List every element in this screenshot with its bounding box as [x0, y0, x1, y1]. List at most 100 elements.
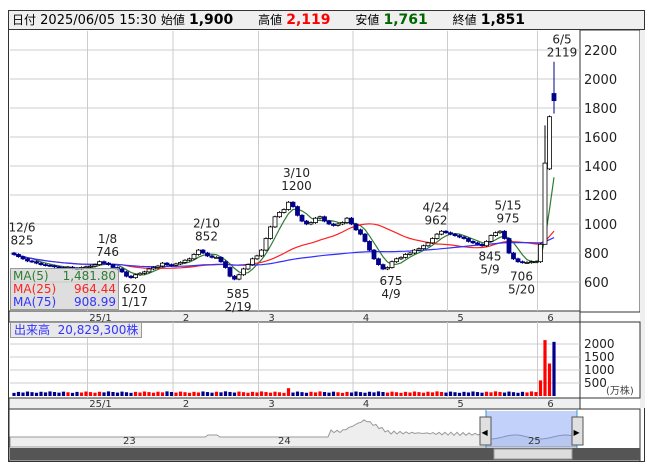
volume-bar: [354, 391, 358, 396]
price-tick-label: 1400: [584, 160, 617, 175]
candle: [538, 243, 543, 263]
volume-bar: [516, 392, 520, 396]
volume-bar: [457, 392, 462, 396]
annotation-date: 6/5: [552, 33, 571, 47]
volume-bar: [223, 391, 228, 396]
candle: [191, 254, 197, 260]
volume-bar: [430, 392, 435, 396]
candle: [196, 249, 201, 255]
candle: [281, 209, 287, 213]
volume-bar: [435, 391, 439, 396]
volume-bar: [124, 392, 129, 396]
candle: [470, 240, 476, 244]
candle: [443, 230, 449, 234]
candle: [43, 264, 48, 267]
volume-bar: [376, 391, 381, 396]
volume-bar: [264, 392, 268, 396]
volume-bar: [151, 392, 156, 396]
volume-bar: [43, 392, 48, 396]
ma75-label: MA(75): [13, 295, 57, 309]
volume-label: 出来高 20,829,300株: [10, 322, 143, 338]
candle: [259, 249, 264, 257]
candle: [200, 249, 206, 254]
annotation-date: 1/8: [98, 232, 117, 246]
left-handle-icon: ◀: [482, 428, 489, 437]
candle: [16, 254, 21, 258]
candle: [133, 274, 138, 279]
volume-bar: [241, 392, 246, 396]
volume-bar: [232, 392, 237, 396]
volume-bar: [205, 392, 210, 396]
candle: [236, 274, 242, 280]
volume-bar: [66, 392, 70, 396]
volume-bar: [57, 392, 61, 396]
volume-bar: [444, 392, 448, 396]
volume-bar: [21, 392, 25, 396]
candle: [146, 268, 152, 273]
candle: [52, 265, 57, 268]
volume-bar: [439, 391, 444, 396]
volume-bar: [142, 391, 147, 396]
volume-bar: [138, 392, 142, 396]
volume-bar: [237, 391, 241, 396]
annotation-value: 706: [510, 270, 533, 284]
month-label: 3: [268, 399, 274, 410]
volume-bar: [322, 392, 327, 396]
candle: [457, 235, 462, 238]
annotation-date: 5/15: [495, 199, 522, 213]
volume-bar: [102, 392, 106, 396]
candle: [218, 256, 224, 263]
candle: [412, 249, 417, 254]
volume-bar: [75, 391, 79, 396]
navigator-year-label: 24: [278, 436, 291, 447]
volume-bar: [160, 392, 165, 396]
candle: [119, 268, 125, 273]
volume-bar: [489, 392, 493, 396]
axis-margin: [640, 30, 645, 408]
candle: [209, 255, 215, 258]
annotation-date: 4/9: [381, 287, 400, 301]
volume-bar: [358, 392, 363, 396]
annotation-date: 4/24: [423, 201, 450, 215]
candle: [286, 201, 291, 210]
candle: [214, 256, 219, 259]
candle: [160, 262, 165, 267]
volume-bar: [295, 391, 300, 396]
candle: [29, 260, 35, 263]
month-label: 2: [183, 399, 189, 410]
volume-bar: [147, 392, 151, 396]
volume-bar: [273, 391, 277, 396]
candle: [398, 256, 404, 260]
volume-bar: [228, 391, 232, 396]
month-label: 6: [547, 399, 553, 410]
volume-bar: [421, 392, 426, 396]
candle: [371, 249, 377, 260]
candle: [430, 238, 435, 244]
volume-bar: [493, 391, 498, 396]
volume-title: 出来高: [14, 323, 51, 337]
volume-bar: [309, 391, 313, 396]
scrollbar-thumb[interactable]: [493, 448, 573, 460]
volume-bar: [210, 392, 214, 396]
candle: [151, 267, 156, 270]
volume-bar: [484, 391, 489, 396]
price-tick-label: 1800: [584, 102, 617, 117]
volume-bar: [88, 392, 93, 396]
ma-legend: MA(5) 1,481.80 MA(25) 964.44 MA(75) 908.99: [10, 268, 119, 310]
candle: [187, 258, 192, 261]
candle: [277, 211, 282, 218]
price-tick-label: 600: [584, 276, 609, 291]
volume-bar: [106, 391, 111, 396]
month-label: 4: [363, 399, 369, 410]
volume-bar: [363, 392, 367, 396]
month-label: 2: [183, 313, 189, 324]
candle: [124, 271, 129, 277]
ma75-legend: MA(75) 908.99: [13, 296, 116, 309]
candle: [34, 261, 39, 264]
volume-bar: [52, 392, 57, 396]
candle: [484, 240, 489, 247]
annotation-date: 5/20: [508, 283, 535, 297]
volume-bar: [111, 391, 115, 396]
annotation-value: 1200: [281, 179, 312, 193]
chart-canvas[interactable]: 2200200018001600140012001000800600200015…: [0, 0, 653, 470]
